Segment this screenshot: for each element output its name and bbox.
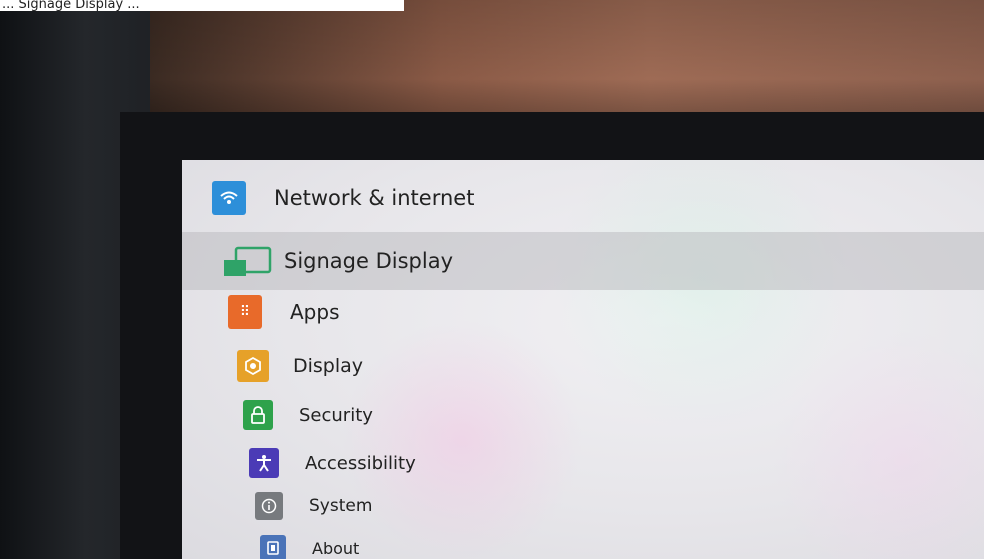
menu-item-about[interactable]: About bbox=[260, 528, 960, 559]
menu-label-signage-display: Signage Display bbox=[284, 249, 454, 273]
brightness-icon bbox=[237, 350, 269, 382]
settings-screen: Network & internet Signage Display ⠿ App… bbox=[182, 160, 984, 559]
top-caption: ... Signage Display ... bbox=[0, 0, 404, 11]
menu-label-apps: Apps bbox=[290, 300, 340, 324]
menu-label-system: System bbox=[309, 496, 373, 516]
menu-item-signage-display[interactable]: Signage Display bbox=[182, 232, 984, 290]
apps-grid-icon: ⠿ bbox=[228, 295, 262, 329]
wifi-icon bbox=[212, 181, 246, 215]
menu-label-security: Security bbox=[299, 404, 373, 426]
menu-label-network: Network & internet bbox=[274, 186, 475, 210]
accessibility-icon bbox=[249, 448, 279, 478]
menu-item-security[interactable]: Security bbox=[243, 395, 943, 435]
info-icon bbox=[255, 492, 283, 520]
menu-label-accessibility: Accessibility bbox=[305, 452, 416, 474]
menu-label-about: About bbox=[312, 538, 360, 558]
menu-item-display[interactable]: Display bbox=[237, 346, 937, 386]
device-icon bbox=[260, 535, 286, 559]
menu-item-accessibility[interactable]: Accessibility bbox=[249, 443, 949, 483]
menu-item-apps[interactable]: ⠿ Apps bbox=[228, 292, 928, 332]
menu-item-network[interactable]: Network & internet bbox=[212, 178, 984, 218]
menu-item-system[interactable]: System bbox=[255, 486, 955, 526]
lock-icon bbox=[243, 400, 273, 430]
cast-icon bbox=[222, 244, 274, 278]
menu-label-display: Display bbox=[293, 355, 364, 377]
